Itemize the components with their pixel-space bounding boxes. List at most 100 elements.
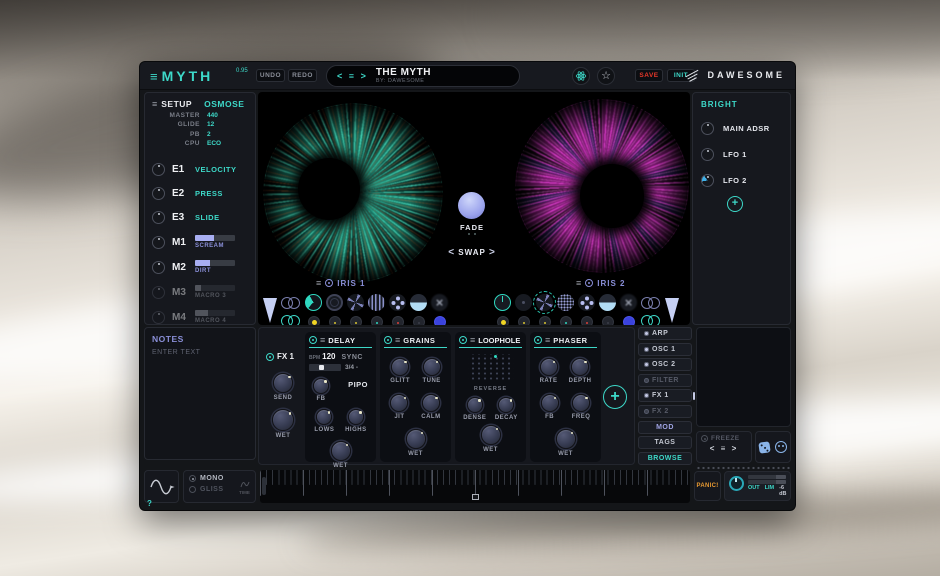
add-modulator-button[interactable]: + (727, 196, 743, 212)
iris1-knob-1[interactable] (308, 316, 320, 325)
m2-slider[interactable] (195, 260, 235, 266)
mono-option[interactable]: MONO (189, 475, 224, 482)
param-value[interactable]: 2 (207, 131, 211, 138)
expression-value[interactable]: SLIDE (195, 213, 220, 222)
add-fx-button[interactable]: + (603, 385, 627, 409)
m4-slider[interactable] (195, 310, 235, 316)
panic-button[interactable]: PANIC! (694, 471, 721, 501)
loophole-wet-knob[interactable] (481, 425, 501, 445)
preset-nav-arrows[interactable]: < ≡ > (337, 71, 368, 81)
redo-button[interactable]: REDO (288, 69, 317, 82)
tab-osc2[interactable]: OSC 2 (638, 358, 692, 371)
expression-value[interactable]: VELOCITY (195, 165, 237, 174)
phaser-freq-knob[interactable] (572, 394, 590, 412)
main-adsr-knob[interactable] (701, 122, 714, 135)
robot-icon[interactable] (775, 441, 787, 453)
iris2-morph-triangle[interactable] (665, 298, 679, 323)
iris2-power-icon[interactable] (494, 294, 511, 311)
tab-fx2[interactable]: FX 2 (638, 405, 692, 418)
grains-calm-knob[interactable] (422, 394, 440, 412)
grains-menu-icon[interactable]: ≡ (395, 335, 400, 345)
keyboard-position-handle[interactable] (472, 494, 479, 500)
iris2-pinwheel-selected-icon[interactable] (536, 294, 553, 311)
randomize-button[interactable] (572, 67, 590, 85)
freeze-nav-arrows[interactable]: < ≡ > (701, 444, 747, 453)
keyboard-strip[interactable] (260, 470, 690, 503)
m3-knob[interactable] (152, 286, 165, 299)
tab-fx1[interactable]: FX 1 (638, 389, 692, 402)
iris2-mesh-icon[interactable] (557, 294, 574, 311)
glide-time-control[interactable]: TIME (239, 475, 250, 498)
iris2-knob-5[interactable] (581, 316, 593, 325)
level-value[interactable]: -6 dB (779, 485, 786, 497)
delay-mode-value[interactable]: PIPO (348, 380, 368, 389)
lim-toggle[interactable]: LIM (765, 485, 774, 497)
save-button[interactable]: SAVE (635, 69, 663, 82)
fx-send-knob[interactable] (273, 373, 293, 393)
iris1-knob-5[interactable] (392, 316, 404, 325)
lfo1-knob[interactable] (701, 148, 714, 161)
iris2-knob-1[interactable] (497, 316, 509, 325)
loophole-pattern-grid[interactable] (468, 354, 514, 382)
delay-time-value[interactable]: 3/4 - (345, 364, 358, 371)
iris1-cross-icon[interactable]: × (431, 294, 448, 311)
iris2-cross-icon[interactable]: × (620, 294, 637, 311)
iris1-pinwheel-icon[interactable] (347, 294, 364, 311)
chevron-left-icon[interactable]: < (448, 247, 455, 258)
delay-lows-knob[interactable] (316, 409, 332, 425)
iris1-knob-4[interactable] (371, 316, 383, 325)
phaser-rate-knob[interactable] (540, 358, 558, 376)
iris1-knob-6[interactable] (413, 316, 425, 325)
sync-toggle[interactable]: SYNC (341, 354, 362, 361)
iris2-knob-4[interactable] (560, 316, 572, 325)
keyboard-left-notch[interactable] (262, 477, 266, 495)
grains-glitt-knob[interactable] (391, 358, 409, 376)
modulator-row[interactable]: MAIN ADSR (701, 122, 782, 135)
output-gain-knob[interactable] (729, 476, 744, 491)
iris2-header[interactable]: ≡ IRIS 2 (576, 278, 626, 288)
iris2-knob-6[interactable] (602, 316, 614, 325)
fade-knob[interactable] (458, 192, 485, 219)
param-value[interactable]: ECO (207, 140, 221, 147)
bpm-value[interactable]: 120 (322, 352, 335, 361)
loophole-menu-icon[interactable]: ≡ (470, 335, 475, 345)
iris2-halfmoon-icon[interactable] (599, 294, 616, 311)
favorite-button[interactable]: ☆ (597, 67, 615, 85)
tab-browse[interactable]: BROWSE (638, 452, 692, 465)
iris1-menu-icon[interactable]: ≡ (316, 278, 321, 288)
phaser-fb-knob[interactable] (541, 394, 559, 412)
setup-menu-icon[interactable]: ≡ (152, 99, 157, 109)
gliss-option[interactable]: GLISS (189, 486, 224, 493)
loophole-reverse-label[interactable]: REVERSE (459, 386, 522, 392)
iris2-blend-a-icon[interactable] (641, 297, 661, 309)
iris1-knob-2[interactable] (329, 316, 341, 325)
delay-fb-knob[interactable] (313, 378, 329, 394)
loophole-dense-knob[interactable] (467, 397, 483, 413)
delay-highs-knob[interactable] (348, 409, 364, 425)
phaser-wet-knob[interactable] (556, 429, 576, 449)
lfo2-knob[interactable] (701, 174, 714, 187)
dice-icon[interactable] (758, 441, 770, 453)
iris2-knob-2[interactable] (518, 316, 530, 325)
iris2-dot-icon[interactable] (515, 294, 532, 311)
tab-arp[interactable]: ARP (638, 327, 692, 340)
swap-button[interactable]: < SWAP > (440, 247, 504, 258)
iris1-blend-a-icon[interactable] (281, 297, 301, 309)
gliss-radio[interactable] (189, 486, 196, 493)
e2-knob[interactable] (152, 187, 165, 200)
iris2-menu-icon[interactable]: ≡ (576, 278, 581, 288)
loophole-decay-knob[interactable] (498, 397, 514, 413)
notes-panel[interactable]: NOTES ENTER TEXT (144, 327, 256, 460)
setup-device-value[interactable]: OSMOSE (204, 99, 244, 109)
iris1-header[interactable]: ≡ IRIS 1 (316, 278, 366, 288)
iris2-flower-icon[interactable] (578, 294, 595, 311)
undo-button[interactable]: UNDO (256, 69, 285, 82)
tab-tags[interactable]: TAGS (638, 436, 692, 449)
iris1-pie-icon[interactable] (305, 294, 322, 311)
delay-time-slider[interactable] (309, 364, 341, 371)
mono-radio[interactable] (189, 475, 196, 482)
tab-filter[interactable]: FILTER (638, 374, 692, 387)
fx1-led-icon[interactable] (266, 353, 274, 361)
modulator-row[interactable]: LFO 1 (701, 148, 782, 161)
phaser-menu-icon[interactable]: ≡ (545, 335, 550, 345)
